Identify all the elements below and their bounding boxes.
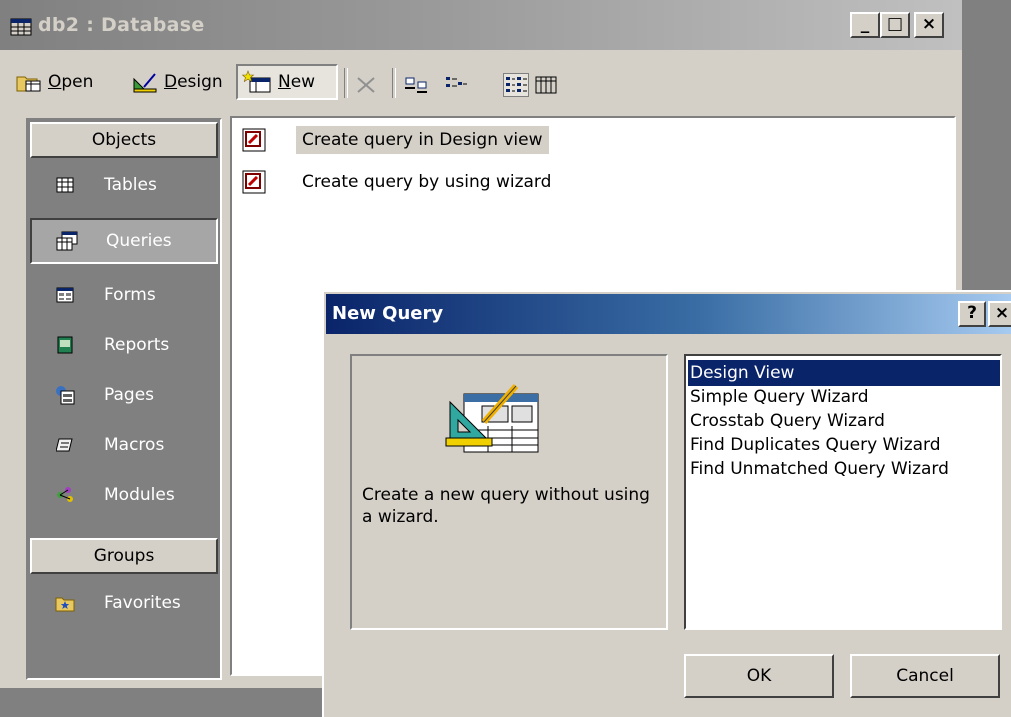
group-favorites[interactable]: Favorites [30,580,218,626]
object-label: Forms [104,285,156,305]
object-label: Tables [104,175,157,195]
query-option-find-unmatched-wizard[interactable]: Find Unmatched Query Wizard [688,456,1000,482]
new-button[interactable]: New [236,64,338,100]
new-object-icon [242,70,271,93]
large-icons-icon[interactable] [404,74,428,96]
query-option-simple-query-wizard[interactable]: Simple Query Wizard [688,384,1000,410]
design-label: Design [164,72,223,92]
preview-panel: Create a new query without using a wizar… [350,354,668,630]
small-icons-icon[interactable] [444,74,468,96]
details-icon[interactable] [534,74,558,96]
dialog-description: Create a new query without using a wizar… [362,485,650,527]
help-button[interactable]: ? [958,301,986,327]
page-icon [54,385,76,405]
open-label: Open [48,72,94,92]
group-label: Favorites [104,593,181,613]
module-icon [54,485,76,505]
query-option-find-duplicates-wizard[interactable]: Find Duplicates Query Wizard [688,432,1000,458]
minimize-button[interactable]: _ [850,12,880,38]
object-pages[interactable]: Pages [30,372,218,418]
open-button[interactable]: Open [12,64,97,100]
query-option-crosstab-query-wizard[interactable]: Crosstab Query Wizard [688,408,1000,434]
object-label: Modules [104,485,175,505]
list-item-label: Create query by using wizard [302,172,552,192]
query-design-preview-icon [445,384,539,453]
list-icon[interactable] [503,73,529,97]
report-icon [54,335,76,355]
close-button[interactable]: × [914,12,944,38]
object-label: Queries [106,231,172,251]
maximize-button[interactable]: □ [880,12,910,38]
database-window-title: db2 : Database [38,14,205,36]
groups-group-header[interactable]: Groups [30,538,218,574]
toolbar-separator [344,68,348,98]
query-option-design-view[interactable]: Design View [688,360,1000,386]
objects-group-header[interactable]: Objects [30,122,218,158]
new-query-dialog: New Query ? × Create a new query without… [322,290,1011,717]
object-label: Pages [104,385,155,405]
objects-bar: Objects Tables Queries Forms Reports Pag… [26,118,222,680]
object-macros[interactable]: Macros [30,422,218,468]
database-title-bar[interactable]: db2 : Database _ □ × [0,0,962,50]
macro-icon [54,435,76,455]
design-icon [133,73,157,93]
object-modules[interactable]: Modules [30,472,218,518]
object-forms[interactable]: Forms [30,272,218,318]
object-label: Macros [104,435,165,455]
toolbar-separator [392,68,396,98]
database-toolbar: Open Design New [0,56,962,106]
new-label: New [278,72,316,92]
favorites-icon [54,593,76,613]
open-icon [16,76,41,92]
query-type-list[interactable]: Design View Simple Query Wizard Crosstab… [684,354,1002,630]
ok-button[interactable]: OK [684,654,834,698]
dialog-title: New Query [332,303,444,324]
create-query-icon [242,128,266,152]
delete-icon[interactable] [354,74,378,96]
object-reports[interactable]: Reports [30,322,218,368]
dialog-title-bar[interactable]: New Query ? × [326,294,1011,334]
object-queries[interactable]: Queries [30,218,218,264]
object-tables[interactable]: Tables [30,162,218,208]
dialog-close-button[interactable]: × [988,301,1011,327]
list-item[interactable]: Create query by using wizard [240,164,557,200]
cancel-button[interactable]: Cancel [850,654,1000,698]
design-button[interactable]: Design [128,64,227,100]
create-query-icon [242,170,266,194]
query-icon [56,231,78,251]
list-item-label: Create query in Design view [296,126,549,154]
database-icon [10,18,32,36]
object-label: Reports [104,335,170,355]
form-icon [54,285,76,305]
list-item[interactable]: Create query in Design view [240,122,549,158]
table-icon [54,175,76,195]
